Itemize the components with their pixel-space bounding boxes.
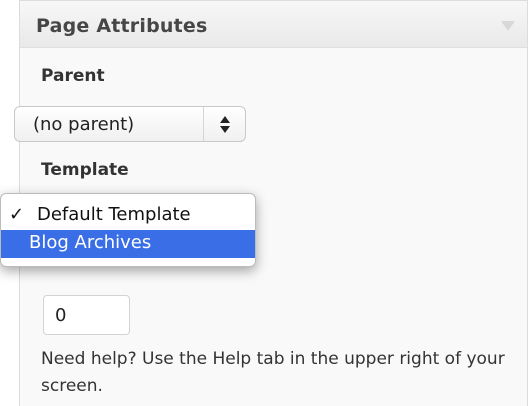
select-divider bbox=[203, 107, 204, 141]
order-input[interactable]: 0 bbox=[43, 295, 130, 335]
checkmark-icon: ✓ bbox=[9, 204, 25, 225]
triangle-down-icon[interactable] bbox=[501, 21, 515, 31]
template-option-label: Blog Archives bbox=[29, 232, 152, 253]
updown-arrows-icon bbox=[220, 116, 232, 134]
panel-title: Page Attributes bbox=[36, 15, 208, 37]
template-dropdown-menu[interactable]: ✓ Default Template Blog Archives bbox=[0, 193, 256, 267]
parent-select-value: (no parent) bbox=[33, 114, 135, 135]
help-text: Need help? Use the Help tab in the upper… bbox=[41, 349, 505, 396]
parent-select[interactable]: (no parent) bbox=[14, 106, 246, 142]
template-label: Template bbox=[41, 160, 129, 180]
template-option-blog-archives[interactable]: Blog Archives bbox=[1, 230, 255, 258]
panel-header[interactable]: Page Attributes bbox=[20, 1, 527, 48]
template-option-default[interactable]: ✓ Default Template bbox=[1, 202, 255, 230]
parent-label: Parent bbox=[41, 66, 105, 86]
template-option-label: Default Template bbox=[37, 204, 191, 225]
